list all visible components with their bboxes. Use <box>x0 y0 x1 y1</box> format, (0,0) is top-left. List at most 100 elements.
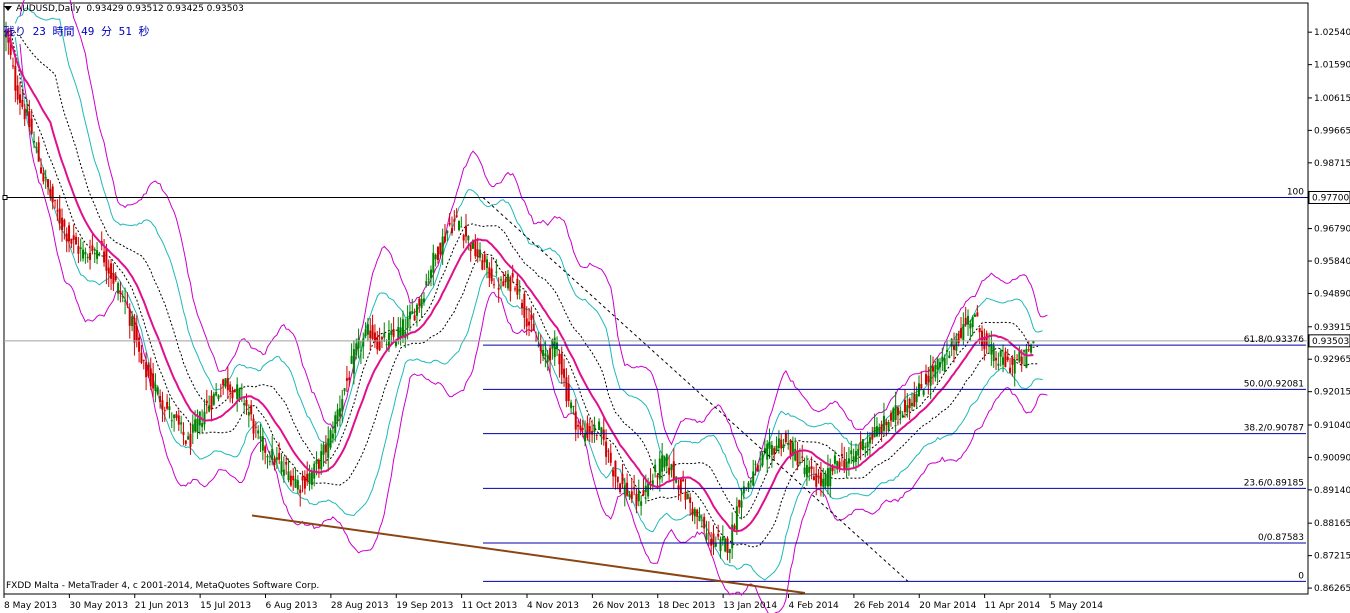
level-price-label: 0.97700 <box>1312 193 1349 203</box>
candle-body <box>390 330 393 335</box>
candle-body <box>422 298 425 303</box>
candle-body <box>567 383 570 401</box>
candle-body <box>110 263 113 279</box>
candle-body <box>268 461 271 463</box>
candle-body <box>476 249 479 258</box>
candle-body <box>35 147 38 149</box>
candle-body <box>352 349 355 374</box>
candle-body <box>1018 351 1021 362</box>
candle-body <box>623 485 626 495</box>
candle-body <box>689 497 692 503</box>
candle-body <box>927 375 930 383</box>
y-tick-label: 0.89140 <box>1314 486 1350 496</box>
candle-body <box>79 247 82 249</box>
candle-body <box>161 400 164 410</box>
candle-body <box>656 475 659 478</box>
candle-body <box>217 395 220 399</box>
candle-body <box>861 439 864 451</box>
candle-body <box>205 400 208 404</box>
x-tick-label: 26 Feb 2014 <box>854 601 910 611</box>
candle-body <box>462 234 465 241</box>
candle-body <box>859 442 862 450</box>
candle-body <box>616 476 619 483</box>
candle-body <box>649 481 652 483</box>
chart-area[interactable]: 100 61.8/0.93376 50.0/0.92081 38.2/0.90787 2… <box>0 0 1350 613</box>
candle-body <box>380 337 383 340</box>
candle-body <box>957 333 960 344</box>
y-tick-label: 1.01590 <box>1314 61 1350 71</box>
candle-body <box>366 324 369 335</box>
candle-body <box>507 274 510 289</box>
candle-body <box>728 549 731 554</box>
candle-body <box>854 451 857 462</box>
candle-body <box>782 444 785 449</box>
candle-body <box>455 215 458 218</box>
candle-body <box>154 384 157 391</box>
candle-body <box>719 539 722 552</box>
candle-body <box>443 236 446 242</box>
candle-body <box>724 538 727 552</box>
candle-body <box>978 328 981 333</box>
candle-body <box>467 235 470 241</box>
candle-body <box>969 323 972 329</box>
candle-body <box>866 441 869 448</box>
candle-body <box>1023 350 1026 352</box>
fib-level-label: 23.6/0.89185 <box>1244 478 1304 488</box>
candle-body <box>238 388 241 399</box>
candle-body <box>194 419 197 431</box>
candle-body <box>493 284 496 286</box>
candle-body <box>889 413 892 421</box>
candle-body <box>336 409 339 422</box>
candle-body <box>464 225 467 237</box>
candle-body <box>525 318 528 327</box>
candle-body <box>614 460 617 478</box>
candle-body <box>892 408 895 422</box>
candle-body <box>434 254 437 260</box>
candle-body <box>1002 357 1005 365</box>
candle-body <box>910 402 913 406</box>
candle-body <box>588 426 591 435</box>
candle-body <box>574 411 577 430</box>
candle-body <box>285 461 288 465</box>
y-tick-label: 0.92965 <box>1314 355 1350 365</box>
x-tick-label: 8 May 2013 <box>4 601 57 611</box>
candle-body <box>70 238 73 244</box>
y-tick-label: 0.90090 <box>1314 453 1350 463</box>
candle-body <box>124 300 127 302</box>
candle-body <box>913 393 916 407</box>
outer-band-upper <box>19 0 1048 479</box>
candle-body <box>514 288 517 290</box>
candle-body <box>273 458 276 466</box>
candle-body <box>68 225 71 242</box>
candle-body <box>488 267 491 279</box>
y-tick-label: 0.91040 <box>1314 421 1350 431</box>
candle-body <box>250 405 253 415</box>
candle-body <box>822 478 825 487</box>
plot-frame <box>3 2 1309 595</box>
candle-body <box>532 323 535 331</box>
candle-body <box>497 287 500 290</box>
candle-body <box>338 408 341 417</box>
candle-body <box>740 500 743 508</box>
candle-body <box>770 444 773 455</box>
candle-body <box>37 142 40 162</box>
triangle-down-icon[interactable] <box>4 6 12 11</box>
candle-body <box>119 291 122 294</box>
x-tick-label: 6 Aug 2013 <box>266 601 318 611</box>
y-tick-label: 1.00615 <box>1314 94 1350 104</box>
candle-body <box>885 421 888 426</box>
candle-body <box>98 253 101 255</box>
price-chart[interactable]: 100 61.8/0.93376 50.0/0.92081 38.2/0.90787 2… <box>0 0 1350 613</box>
candle-body <box>231 390 234 399</box>
candle-body <box>401 319 404 337</box>
candle-body <box>964 317 967 326</box>
x-tick-label: 15 Jul 2013 <box>200 601 251 611</box>
candle-body <box>502 281 505 287</box>
candle-body <box>306 473 309 482</box>
candle-body <box>805 464 808 477</box>
candle-body <box>446 230 449 234</box>
candle-body <box>953 345 956 350</box>
candle-body <box>33 141 36 143</box>
candle-body <box>215 392 218 396</box>
candle-body <box>425 281 428 286</box>
